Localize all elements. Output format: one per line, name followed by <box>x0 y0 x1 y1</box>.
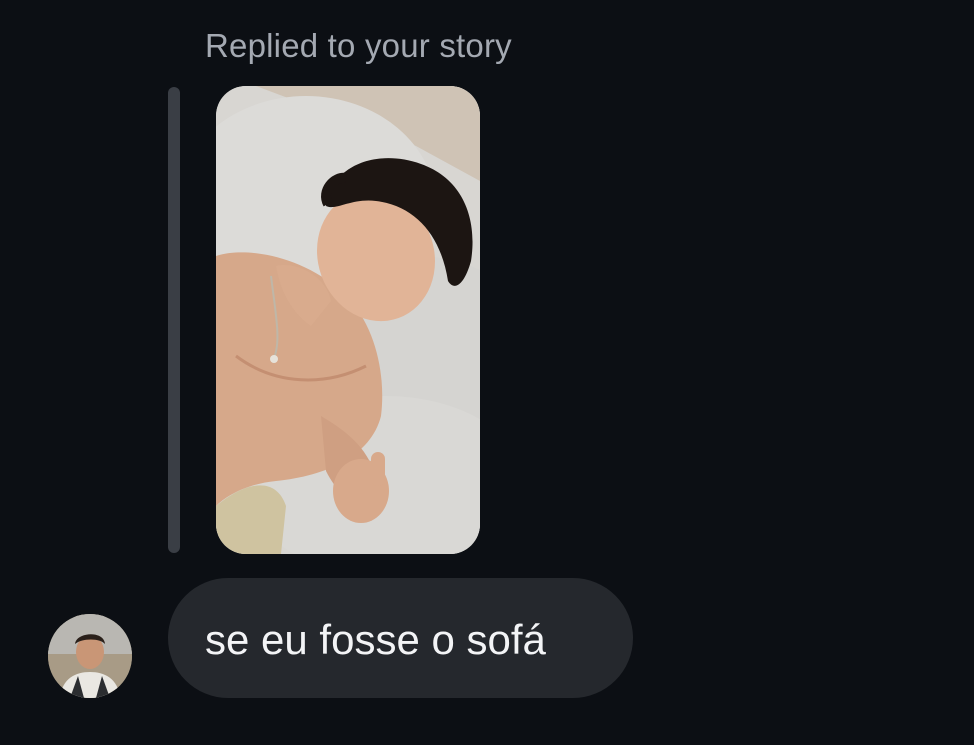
reply-indicator-bar <box>168 87 180 553</box>
sender-avatar[interactable] <box>48 614 132 698</box>
message-text: se eu fosse o sofá <box>205 616 546 663</box>
story-photo-image <box>216 86 480 554</box>
story-thumbnail[interactable] <box>216 86 480 554</box>
avatar-photo <box>48 614 132 698</box>
dm-thread: Replied to your story se eu fosse o sofá <box>0 0 974 745</box>
replied-to-story-label: Replied to your story <box>205 27 512 64</box>
message-bubble[interactable]: se eu fosse o sofá <box>168 578 633 698</box>
